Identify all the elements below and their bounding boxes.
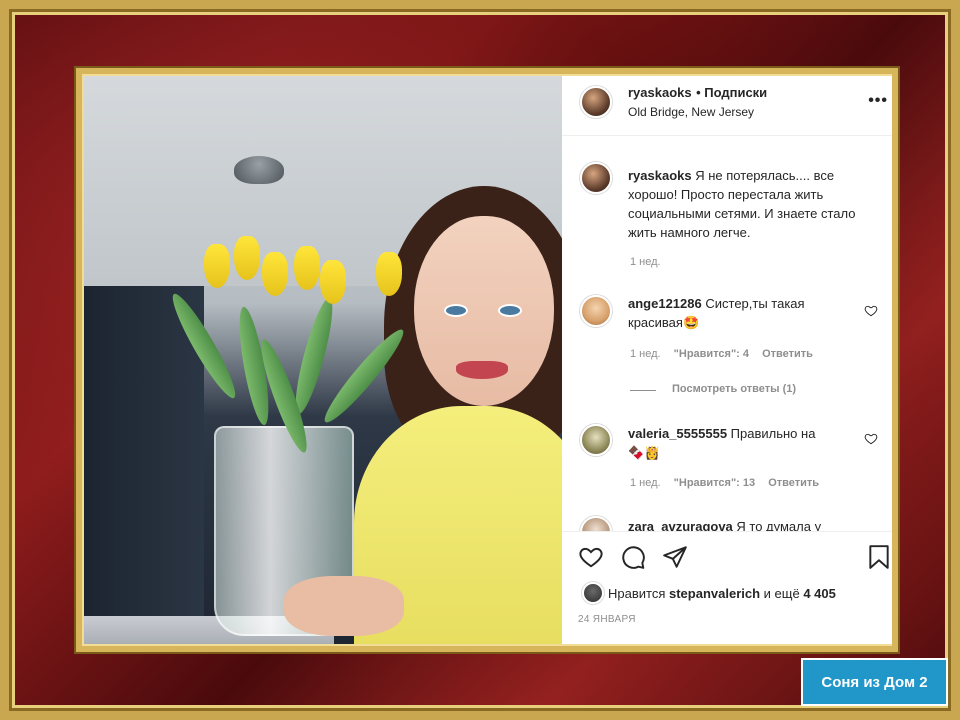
yellow-tulip (376, 252, 402, 296)
yellow-tulip (294, 246, 320, 290)
post-header: ryaskaoks • Подписки Old Bridge, New Jer… (562, 76, 892, 136)
comment-username[interactable]: ange121286 (628, 296, 702, 311)
liker-username[interactable]: stepanvalerich (669, 586, 760, 601)
author-username[interactable]: ryaskaoks (628, 85, 692, 100)
post-caption: ryaskaoks Я не потерялась.... все хорошо… (628, 166, 883, 242)
post-location[interactable]: Old Bridge, New Jersey (628, 105, 754, 119)
comment-time: 1 нед. (630, 477, 661, 489)
replies-divider (630, 390, 656, 391)
comment-emoji: 🤩 (682, 315, 700, 330)
share-send-icon[interactable] (662, 544, 688, 570)
comment-like-heart-icon[interactable] (864, 432, 878, 446)
ceiling-lamp (234, 156, 284, 184)
bookmark-icon[interactable] (868, 544, 890, 570)
comment-meta: 1 нед. "Нравится": 4 Ответить (630, 348, 813, 360)
comment-emoji: 🍫👸 (628, 445, 661, 460)
eye-left (446, 306, 466, 315)
eye-right (500, 306, 520, 315)
yellow-tulip (262, 252, 288, 296)
liker-avatar[interactable] (582, 582, 604, 604)
hand (284, 576, 404, 636)
comment-time: 1 нед. (630, 348, 661, 360)
more-options-icon[interactable]: ••• (868, 92, 888, 110)
likes-prefix: Нравится (608, 586, 666, 601)
caption-time: 1 нед. (630, 256, 661, 268)
woman-face (414, 216, 554, 406)
comment-text: Правильно на (730, 426, 816, 441)
comment-likes[interactable]: "Нравится": 13 (674, 477, 755, 489)
likes-count[interactable]: 4 405 (803, 586, 836, 601)
comment-avatar[interactable] (580, 295, 612, 327)
comment: valeria_5555555 Правильно на 🍫👸 (628, 424, 858, 462)
comment-bubble-icon[interactable] (620, 544, 646, 570)
caption-badge: Соня из Дом 2 (801, 658, 948, 706)
tulip-leaf (288, 295, 340, 417)
photo-background (84, 286, 204, 644)
comment-avatar[interactable] (580, 424, 612, 456)
post-photo (84, 76, 562, 644)
yellow-tulip (320, 260, 346, 304)
smile (456, 361, 508, 379)
caption-avatar[interactable] (580, 162, 612, 194)
yellow-tulip (204, 244, 230, 288)
yellow-tulip (234, 236, 260, 280)
likes-summary: Нравится stepanvalerich и ещё 4 405 (608, 586, 836, 601)
view-replies-button[interactable]: Посмотреть ответы (1) (672, 383, 796, 395)
post-date: 24 ЯНВАРЯ (578, 614, 636, 625)
caption-username[interactable]: ryaskaoks (628, 168, 692, 183)
author-avatar[interactable] (580, 86, 612, 118)
post-actions-bar: Нравится stepanvalerich и ещё 4 405 24 Я… (562, 531, 892, 644)
like-heart-icon[interactable] (578, 544, 604, 570)
comment: ange121286 Систер,ты такая красивая🤩 (628, 294, 858, 332)
reply-button[interactable]: Ответить (762, 348, 813, 360)
reply-button[interactable]: Ответить (768, 477, 819, 489)
post-side-panel: ryaskaoks • Подписки Old Bridge, New Jer… (562, 76, 892, 644)
likes-suffix: и ещё (763, 586, 800, 601)
comment-like-heart-icon[interactable] (864, 304, 878, 318)
comment-username[interactable]: valeria_5555555 (628, 426, 727, 441)
follow-status[interactable]: • Подписки (696, 85, 767, 100)
comment-meta: 1 нед. "Нравится": 13 Ответить (630, 477, 819, 489)
comment-likes[interactable]: "Нравится": 4 (674, 348, 749, 360)
